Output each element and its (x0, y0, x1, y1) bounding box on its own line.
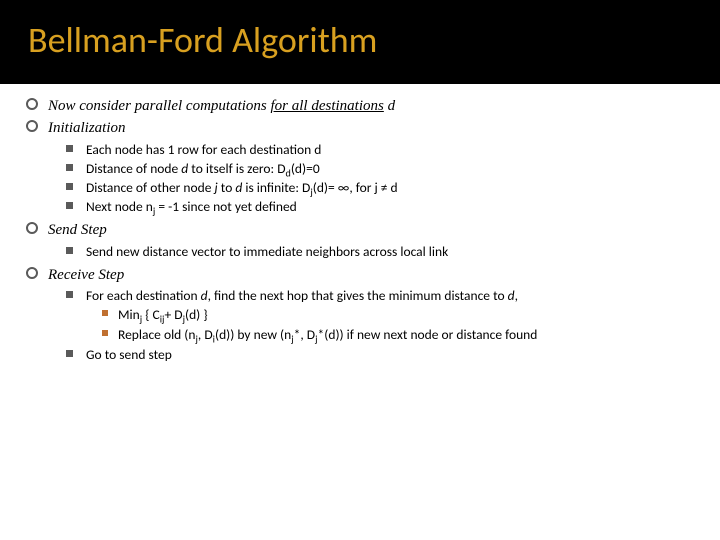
item-text: Receive Step (48, 267, 124, 283)
bullet-icon (66, 247, 73, 254)
list-item-lvl1: Receive Step For each destination d, find… (20, 265, 700, 364)
circle-bullet-icon (26, 267, 38, 279)
bullet-icon (66, 202, 73, 209)
list-item-lvl2: Next node nj = -1 since not yet defined (60, 198, 700, 216)
item-text: For each destination d, find the next ho… (86, 287, 518, 304)
item-text: Send Step (48, 222, 107, 238)
list-item-lvl1: Initialization Each node has 1 row for ea… (20, 118, 700, 216)
item-text: Initialization (48, 120, 126, 136)
item-text: Now consider parallel computations for a… (48, 98, 395, 114)
bullet-icon (66, 164, 73, 171)
circle-bullet-icon (26, 120, 38, 132)
bullet-icon (66, 183, 73, 190)
list-item-lvl2: Distance of other node j to d is infinit… (60, 179, 700, 197)
list-item-lvl2: Each node has 1 row for each destination… (60, 141, 700, 159)
list-item-lvl2: For each destination d, find the next ho… (60, 287, 700, 344)
item-text: Next node nj = -1 since not yet defined (86, 198, 297, 215)
item-text: Distance of node d to itself is zero: Dd… (86, 160, 320, 177)
list-item-lvl3: Replace old (nj, Di(d)) by new (nj*, Dj*… (96, 326, 700, 344)
item-text: Send new distance vector to immediate ne… (86, 243, 448, 260)
list-item-lvl2: Go to send step (60, 346, 700, 364)
item-text: Each node has 1 row for each destination… (86, 141, 321, 158)
bullet-list: Now consider parallel computations for a… (20, 96, 700, 364)
slide-content: Now consider parallel computations for a… (0, 84, 720, 364)
list-item-lvl3: Minj { Cij+ Dj(d) } (96, 306, 700, 324)
item-text: Distance of other node j to d is infinit… (86, 179, 398, 196)
list-item-lvl1: Now consider parallel computations for a… (20, 96, 700, 116)
bullet-icon (66, 350, 73, 357)
list-item-lvl2: Send new distance vector to immediate ne… (60, 243, 700, 261)
list-item-lvl1: Send Step Send new distance vector to imm… (20, 220, 700, 260)
slide-title: Bellman-Ford Algorithm (28, 18, 692, 62)
slide-header: Bellman-Ford Algorithm (0, 0, 720, 84)
bullet-icon (102, 310, 108, 316)
bullet-icon (102, 330, 108, 336)
circle-bullet-icon (26, 222, 38, 234)
item-text: Go to send step (86, 346, 172, 363)
item-text: Replace old (nj, Di(d)) by new (nj*, Dj*… (118, 326, 537, 343)
bullet-icon (66, 291, 73, 298)
circle-bullet-icon (26, 98, 38, 110)
list-item-lvl2: Distance of node d to itself is zero: Dd… (60, 160, 700, 178)
bullet-icon (66, 145, 73, 152)
item-text: Minj { Cij+ Dj(d) } (118, 306, 208, 323)
